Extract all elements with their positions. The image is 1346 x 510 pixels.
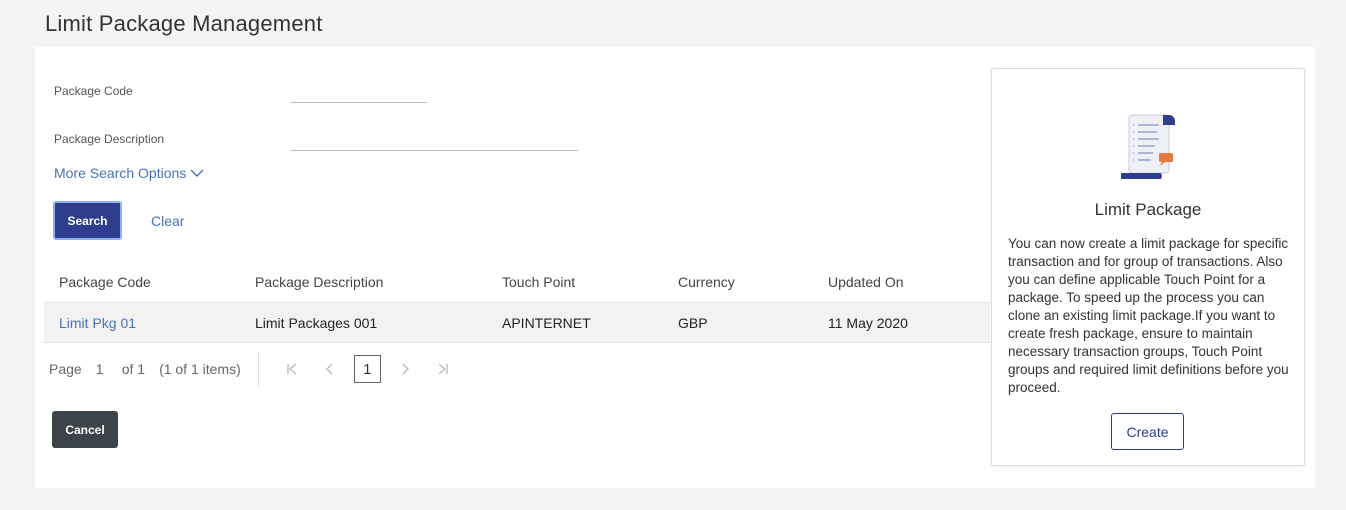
current-page-button[interactable]: 1: [353, 355, 381, 383]
column-header-touch-point[interactable]: Touch Point: [487, 274, 663, 290]
pagination: Page 1 of 1 (1 of 1 items) 1: [49, 351, 462, 387]
results-table: Package Code Package Description Touch P…: [44, 262, 990, 343]
column-header-package-code[interactable]: Package Code: [44, 274, 240, 290]
column-header-package-description[interactable]: Package Description: [240, 274, 487, 290]
cancel-button[interactable]: Cancel: [52, 411, 118, 448]
help-card: Limit Package You can now create a limit…: [991, 68, 1305, 466]
help-title: Limit Package: [1094, 200, 1202, 219]
package-code-input[interactable]: [290, 102, 427, 103]
chevron-down-icon: [190, 169, 204, 177]
table-row: Limit Pkg 01 Limit Packages 001 APINTERN…: [44, 302, 990, 343]
last-page-icon[interactable]: [424, 363, 462, 375]
first-page-icon[interactable]: [273, 363, 311, 375]
clear-button[interactable]: Clear: [151, 213, 184, 229]
currency-cell: GBP: [678, 314, 708, 331]
previous-page-icon[interactable]: [311, 363, 349, 375]
package-description-input[interactable]: [290, 150, 578, 151]
package-description-cell: Limit Packages 001: [255, 314, 378, 331]
page-title: Limit Package Management: [45, 11, 323, 36]
help-description: You can now create a limit package for s…: [1008, 236, 1289, 395]
search-button[interactable]: Search: [53, 201, 122, 240]
document-list-icon: [1121, 114, 1175, 179]
items-summary: (1 of 1 items): [159, 361, 241, 377]
updated-on-cell: 11 May 2020: [828, 314, 908, 331]
page-label: Page: [49, 361, 82, 377]
package-description-label: Package Description: [54, 132, 165, 146]
package-code-link[interactable]: Limit Pkg 01: [59, 315, 136, 331]
touch-point-cell: APINTERNET: [502, 314, 591, 331]
more-search-options-label: More Search Options: [54, 165, 187, 181]
table-header: Package Code Package Description Touch P…: [44, 262, 990, 302]
column-header-currency[interactable]: Currency: [663, 274, 813, 290]
page-number-input[interactable]: 1: [96, 361, 122, 377]
create-button[interactable]: Create: [1111, 413, 1184, 450]
more-search-options-link[interactable]: More Search Options: [54, 165, 204, 181]
pagination-divider: [257, 351, 259, 387]
column-header-updated-on[interactable]: Updated On: [813, 274, 990, 290]
next-page-icon[interactable]: [386, 363, 424, 375]
package-code-label: Package Code: [54, 84, 133, 98]
page-of-total: of 1: [121, 361, 146, 377]
